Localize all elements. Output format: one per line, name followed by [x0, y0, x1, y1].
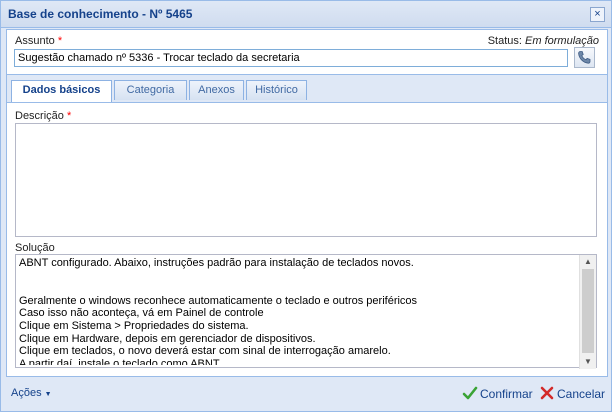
close-button[interactable]: ×	[590, 7, 605, 22]
form-body: Assunto * Status: Em formulação Dados bá…	[6, 29, 608, 377]
status-label: Status:	[487, 35, 522, 47]
scroll-thumb[interactable]	[582, 269, 594, 353]
phone-icon	[578, 51, 591, 64]
description-textarea[interactable]	[15, 123, 597, 237]
solution-text: ABNT configurado. Abaixo, instruções pad…	[19, 257, 418, 365]
status-value: Em formulação	[525, 35, 599, 47]
window-title: Base de conhecimento - Nº 5465	[8, 7, 193, 21]
description-label: Descrição *	[15, 110, 72, 122]
tab-dados-basicos[interactable]: Dados básicos	[11, 80, 112, 102]
tab-categoria[interactable]: Categoria	[114, 80, 187, 100]
tab-historico[interactable]: Histórico	[246, 80, 307, 100]
close-icon: ×	[594, 8, 601, 20]
footer-bar: Ações ▼ Confirmar Cancelar	[1, 375, 611, 411]
cancel-x-icon	[540, 386, 554, 400]
actions-menu[interactable]: Ações ▼	[11, 387, 52, 399]
scroll-up-icon[interactable]: ▲	[580, 255, 596, 269]
cancel-button[interactable]: Cancelar	[539, 385, 605, 401]
chevron-down-icon: ▼	[44, 391, 52, 398]
tab-anexos[interactable]: Anexos	[189, 80, 244, 100]
subject-input[interactable]	[14, 49, 568, 67]
tab-strip: Dados básicos Categoria Anexos Histórico	[7, 74, 607, 103]
knowledge-base-window: Base de conhecimento - Nº 5465 × Assunto…	[0, 0, 612, 412]
status-indicator: Status: Em formulação	[488, 35, 599, 47]
subject-label: Assunto *	[15, 35, 63, 47]
confirm-button[interactable]: Confirmar	[462, 385, 533, 401]
checkmark-icon	[462, 386, 478, 400]
phone-button[interactable]	[574, 47, 595, 68]
scroll-down-icon[interactable]: ▼	[580, 355, 596, 369]
solution-textarea[interactable]: ABNT configurado. Abaixo, instruções pad…	[15, 254, 597, 369]
title-bar: Base de conhecimento - Nº 5465 ×	[1, 1, 611, 28]
solution-scrollbar[interactable]: ▲ ▼	[579, 255, 596, 369]
solution-label: Solução	[15, 242, 55, 254]
